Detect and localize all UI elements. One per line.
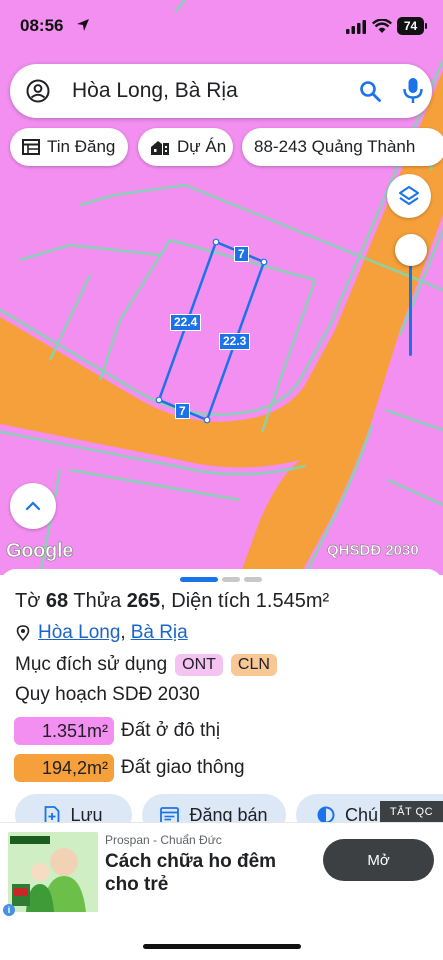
cellular-signal-icon <box>346 20 366 34</box>
building-icon <box>151 140 169 155</box>
sheet-number: 68 <box>45 590 69 612</box>
zone-label-road: Đất giao thông <box>121 757 245 778</box>
ad-brand: Prospan - Chuẩn Đức <box>105 833 222 847</box>
parcel-area: 1.545m² <box>255 590 330 612</box>
zone-label-residential: Đất ở đô thị <box>121 720 221 741</box>
chip-location-label: 88-243 Quảng Thành <box>254 137 416 156</box>
ad-info-icon[interactable]: i <box>3 904 15 916</box>
battery-indicator: 74 <box>397 17 424 35</box>
status-time: 08:56 <box>20 16 64 35</box>
layers-button[interactable] <box>387 174 431 218</box>
chip-listings[interactable]: Tin Đăng <box>10 128 128 166</box>
parcel-edge-label-top: 7 <box>234 246 249 262</box>
chip-projects-label: Dự Án <box>177 137 227 156</box>
listing-icon <box>22 139 40 155</box>
battery-tip <box>425 23 427 29</box>
parcel-edge-label-bottom: 7 <box>175 403 190 419</box>
purpose-tag-ont: ONT <box>175 654 223 676</box>
parcel-location: Hòa Long, Bà Rịa <box>16 622 188 644</box>
status-bar: 08:56 74 <box>0 0 443 52</box>
turn-off-ads-button[interactable]: TẮT QC <box>380 801 443 823</box>
microphone-icon[interactable] <box>402 77 424 105</box>
purpose-tag-cln: CLN <box>230 654 277 676</box>
account-icon[interactable] <box>26 79 50 103</box>
search-bar[interactable]: Hòa Long, Bà Rịa <box>10 64 432 118</box>
location-pin-icon <box>16 625 30 641</box>
title-plot-prefix: Thửa <box>73 590 122 612</box>
zone-area-road: 194,2m² <box>14 754 114 782</box>
zone-row-residential: 1.351m² Đất ở đô thị <box>14 717 220 745</box>
pager-dot <box>244 577 262 582</box>
parcel-edge-label-right: 22.3 <box>219 333 251 350</box>
ad-product-image <box>8 832 98 912</box>
wifi-icon <box>372 19 392 33</box>
sheet-pager <box>180 577 262 582</box>
location-arrow-icon <box>77 19 89 31</box>
title-area-prefix: , Diện tích <box>160 590 251 612</box>
expand-up-button[interactable] <box>10 483 56 529</box>
zone-area-residential: 1.351m² <box>14 717 114 745</box>
home-indicator[interactable] <box>143 944 301 949</box>
map-layer-label: QHSDĐ 2030 <box>327 542 419 559</box>
parcel-title: Tờ 68 Thửa 265, Diện tích 1.545m² <box>15 590 329 613</box>
purpose-label: Mục đích sử dụng <box>15 654 168 675</box>
google-logo: Google <box>6 540 74 563</box>
zone-row-road: 194,2m² Đất giao thông <box>14 754 245 782</box>
chip-projects[interactable]: Dự Án <box>138 128 233 166</box>
opacity-slider-thumb[interactable] <box>395 234 427 266</box>
layers-icon <box>399 186 419 205</box>
title-sheet-prefix: Tờ <box>15 590 41 612</box>
chip-location[interactable]: 88-243 Quảng Thành <box>242 128 443 166</box>
pager-dot <box>222 577 240 582</box>
city-link[interactable]: Bà Rịa <box>131 622 188 644</box>
land-purpose-row: Mục đích sử dụng ONT CLN <box>15 654 277 676</box>
chip-listings-label: Tin Đăng <box>47 137 116 156</box>
ad-banner[interactable]: i Prospan - Chuẩn Đức Cách chữa ho đêm c… <box>0 822 443 920</box>
map-view[interactable]: 7 7 22.4 22.3 08:56 74 Hòa Long, Bà Rịa <box>0 0 443 575</box>
chevron-up-icon <box>25 501 41 511</box>
plan-label: Quy hoạch SDĐ 2030 <box>15 684 200 705</box>
commune-link[interactable]: Hòa Long <box>38 622 120 644</box>
parcel-edge-label-left: 22.4 <box>170 314 202 331</box>
search-query[interactable]: Hòa Long, Bà Rịa <box>72 79 238 103</box>
ad-open-button[interactable]: Mở <box>323 839 434 881</box>
plot-number: 265 <box>126 590 161 612</box>
pager-dot-active <box>180 577 218 582</box>
ad-illustration <box>8 832 98 912</box>
ad-headline[interactable]: Cách chữa ho đêm cho trẻ <box>105 850 310 896</box>
search-icon[interactable] <box>358 79 382 103</box>
